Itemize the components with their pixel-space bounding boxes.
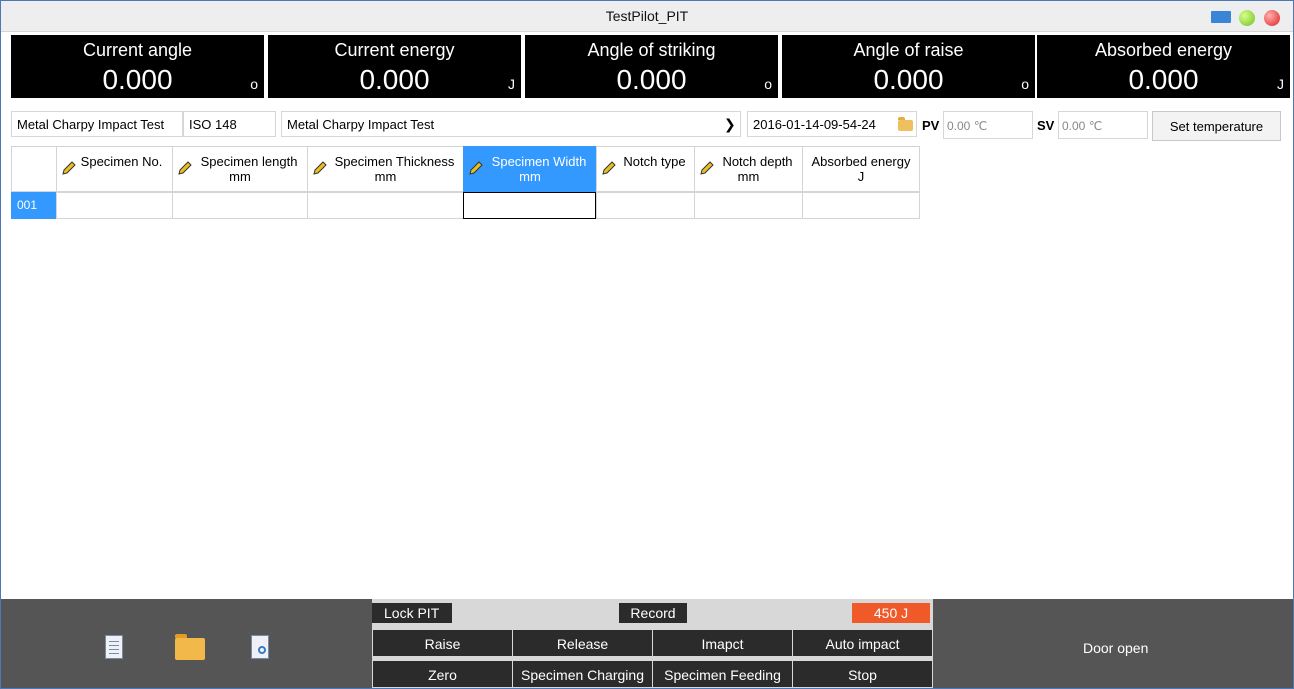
test-type-field[interactable]: Metal Charpy Impact Test	[11, 111, 183, 137]
column-header-label: Absorbed energy	[811, 154, 911, 169]
column-header-unit: J	[857, 169, 865, 184]
readout-value: 0.000	[359, 64, 430, 95]
column-header-specimen-no[interactable]: Specimen No.	[56, 146, 173, 192]
readout-value: 0.000	[1128, 64, 1199, 95]
column-header-notch-type[interactable]: Notch type	[596, 146, 695, 192]
column-header-specimen-length[interactable]: Specimen length mm	[172, 146, 308, 192]
readout-value: 0.000	[873, 64, 944, 95]
sv-value-field[interactable]: 0.00 ℃	[1058, 111, 1148, 139]
pencil-icon	[178, 161, 192, 175]
record-button[interactable]: Record	[619, 603, 687, 623]
column-header-absorbed-energy[interactable]: Absorbed energy J	[802, 146, 920, 192]
pv-label: PV	[922, 118, 940, 133]
readout-current-angle: Current angle 0.000 o	[11, 35, 264, 98]
readout-unit: J	[508, 76, 515, 92]
table-cell-absorbed-energy	[802, 192, 920, 219]
door-status: Door open	[1083, 640, 1149, 656]
table-cell-notch-depth[interactable]	[694, 192, 803, 219]
readout-absorbed-energy: Absorbed energy 0.000 J	[1037, 35, 1290, 98]
table-cell-specimen-thickness[interactable]	[307, 192, 464, 219]
sv-label: SV	[1037, 118, 1055, 133]
method-select[interactable]: Metal Charpy Impact Test	[281, 111, 741, 137]
readout-unit: o	[250, 76, 258, 92]
readout-label: Absorbed energy	[1094, 40, 1233, 60]
table-corner-header	[11, 146, 57, 192]
readout-unit: o	[1021, 76, 1029, 92]
app-window: TestPilot_PIT Current angle 0.000 o Curr…	[0, 0, 1294, 689]
readout-unit: J	[1277, 76, 1284, 92]
readout-label: Angle of raise	[853, 40, 964, 60]
minimize-button[interactable]	[1211, 11, 1231, 23]
folder-icon[interactable]	[898, 117, 913, 131]
impact-button[interactable]: Imapct	[652, 629, 793, 657]
table-cell-specimen-no[interactable]	[56, 192, 173, 219]
pencil-icon	[602, 161, 616, 175]
column-header-notch-depth[interactable]: Notch depth mm	[694, 146, 803, 192]
close-button[interactable]	[1264, 10, 1280, 26]
open-folder-icon[interactable]	[175, 634, 205, 660]
readout-value: 0.000	[616, 64, 687, 95]
lock-pit-button[interactable]: Lock PIT	[372, 603, 452, 623]
readout-label: Angle of striking	[587, 40, 716, 60]
title-bar: TestPilot_PIT	[1, 1, 1293, 32]
pencil-icon	[62, 161, 76, 175]
row-header[interactable]: 001	[11, 192, 56, 219]
bottom-toolbar: Lock PIT Record 450 J Raise Release Imap…	[1, 599, 1293, 688]
window-title: TestPilot_PIT	[605, 8, 689, 24]
release-button[interactable]: Release	[512, 629, 653, 657]
standard-field[interactable]: ISO 148	[183, 111, 276, 137]
readout-label: Current energy	[334, 40, 455, 60]
table-cell-notch-type[interactable]	[596, 192, 695, 219]
column-header-label: Specimen Thickness	[334, 154, 455, 169]
column-header-label: Specimen length	[200, 154, 298, 169]
stop-button[interactable]: Stop	[792, 660, 933, 688]
pencil-icon	[469, 161, 483, 175]
specimen-charging-button[interactable]: Specimen Charging	[512, 660, 653, 688]
new-document-icon[interactable]	[105, 635, 123, 659]
zero-button[interactable]: Zero	[372, 660, 513, 688]
readout-unit: o	[764, 76, 772, 92]
table-cell-specimen-width[interactable]	[463, 192, 596, 219]
energy-badge: 450 J	[852, 603, 930, 623]
readout-value: 0.000	[102, 64, 173, 95]
readout-panel: Current angle 0.000 o Current energy 0.0…	[1, 32, 1293, 102]
auto-impact-button[interactable]: Auto impact	[792, 629, 933, 657]
machine-control-panel: Lock PIT Record 450 J Raise Release Imap…	[372, 599, 933, 688]
table-cell-specimen-length[interactable]	[172, 192, 308, 219]
pencil-icon	[700, 161, 714, 175]
readout-current-energy: Current energy 0.000 J	[268, 35, 521, 98]
column-header-unit: mm	[374, 169, 397, 184]
print-preview-icon[interactable]	[251, 635, 269, 659]
column-header-unit: mm	[229, 169, 251, 184]
readout-angle-of-striking: Angle of striking 0.000 o	[525, 35, 778, 98]
column-header-specimen-width[interactable]: Specimen Width mm	[463, 146, 597, 192]
specimen-feeding-button[interactable]: Specimen Feeding	[652, 660, 793, 688]
pv-value-field: 0.00 ℃	[943, 111, 1033, 139]
set-temperature-button[interactable]: Set temperature	[1152, 111, 1281, 141]
column-header-specimen-thickness[interactable]: Specimen Thickness mm	[307, 146, 464, 192]
file-name-field[interactable]: 2016-01-14-09-54-24	[747, 111, 917, 137]
test-settings-bar: Metal Charpy Impact Test ISO 148 Metal C…	[1, 109, 1293, 141]
chevron-down-icon[interactable]: ❯	[724, 116, 736, 133]
readout-label: Current angle	[82, 40, 193, 60]
readout-angle-of-raise: Angle of raise 0.000 o	[782, 35, 1035, 98]
raise-button[interactable]: Raise	[372, 629, 513, 657]
pencil-icon	[313, 161, 327, 175]
maximize-button[interactable]	[1239, 10, 1255, 26]
